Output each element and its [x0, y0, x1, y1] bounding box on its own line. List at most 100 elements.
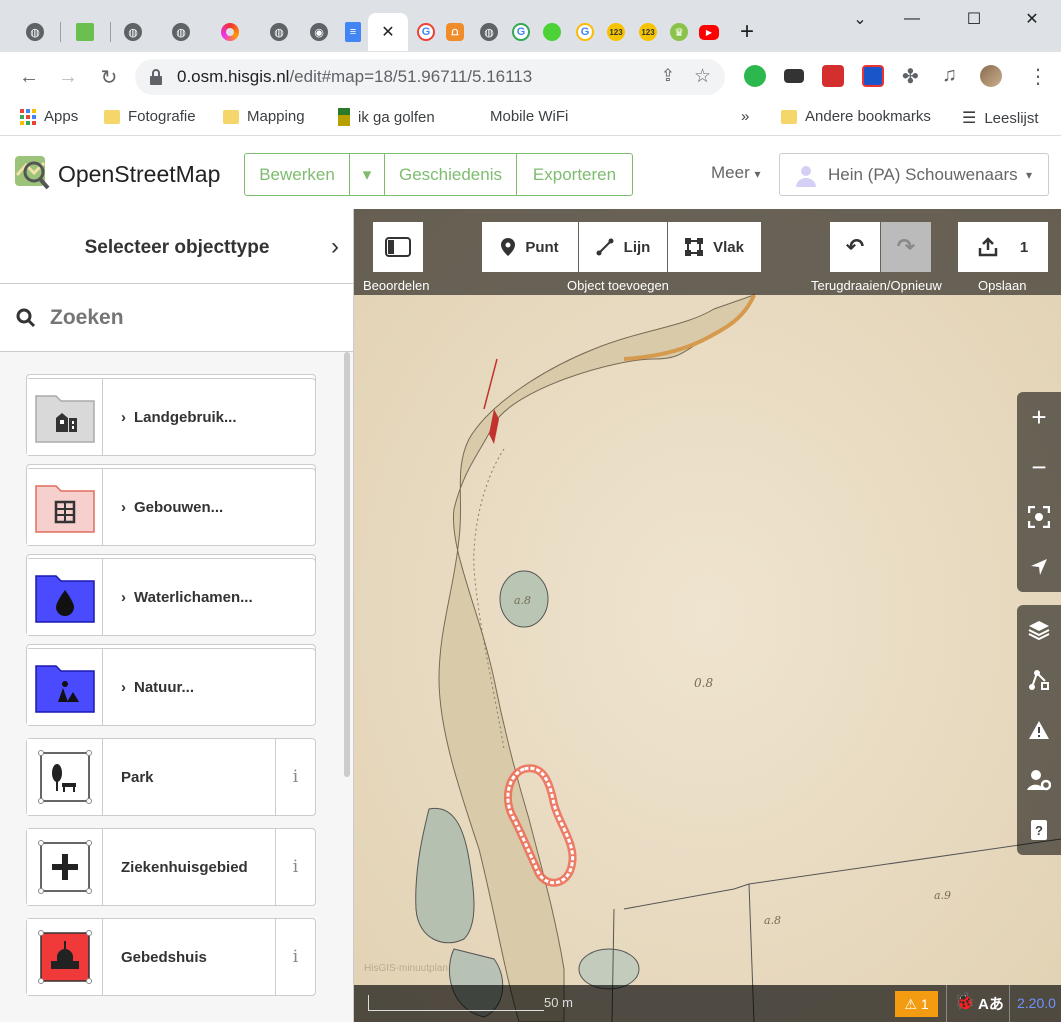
- history-button[interactable]: Geschiedenis: [385, 154, 517, 195]
- close-window-button[interactable]: ✕: [1010, 6, 1054, 32]
- reload-button[interactable]: ↻: [96, 64, 122, 90]
- extensions-puzzle-icon[interactable]: ✤: [902, 64, 919, 89]
- omnibox[interactable]: 0.osm.hisgis.nl/edit#map=18/51.96711/5.1…: [135, 59, 725, 95]
- preset-park[interactable]: Park i: [26, 738, 316, 816]
- bookmark-mapping[interactable]: Mapping: [223, 108, 305, 125]
- bookmark-star-icon[interactable]: ☆: [694, 65, 711, 88]
- export-button[interactable]: Exporteren: [517, 154, 632, 195]
- add-area-button[interactable]: Vlak: [668, 222, 761, 272]
- share-icon[interactable]: ⇪: [661, 66, 675, 86]
- add-line-button[interactable]: Lijn: [579, 222, 667, 272]
- extension-badge-icon[interactable]: [862, 65, 884, 87]
- maximize-button[interactable]: ☐: [952, 6, 996, 32]
- preset-info-button[interactable]: i: [275, 829, 315, 905]
- preset-category-landuse[interactable]: › Landgebruik...: [26, 378, 316, 456]
- tab-globe-4[interactable]: ◍: [258, 13, 300, 51]
- search-icon: [16, 308, 36, 328]
- chevron-right-icon: ›: [121, 408, 126, 426]
- preset-info-button[interactable]: i: [275, 919, 315, 995]
- osm-logo-icon[interactable]: [14, 155, 50, 191]
- bookmark-other[interactable]: Andere bookmarks: [781, 108, 931, 125]
- tab-ring[interactable]: [209, 13, 251, 51]
- map-data-button[interactable]: [1017, 655, 1061, 705]
- preferences-button[interactable]: [1017, 755, 1061, 805]
- preset-search-input[interactable]: [50, 302, 330, 334]
- preset-info-button[interactable]: i: [275, 739, 315, 815]
- main-nav-group: Bewerken ▾ Geschiedenis Exporteren: [244, 153, 633, 196]
- close-tab-icon[interactable]: ✕: [381, 22, 394, 42]
- edit-dropdown-button[interactable]: ▾: [350, 154, 385, 195]
- issues-button[interactable]: [1017, 705, 1061, 755]
- preset-place-of-worship[interactable]: Gebedshuis i: [26, 918, 316, 996]
- warning-icon: ⚠: [904, 995, 917, 1012]
- edit-button[interactable]: Bewerken: [245, 154, 350, 195]
- mail-icon[interactable]: [784, 69, 804, 83]
- version-link[interactable]: 2.20.0: [1017, 995, 1056, 1011]
- preset-category-nature[interactable]: › Natuur...: [26, 648, 316, 726]
- forward-button[interactable]: →: [55, 64, 81, 90]
- location-arrow-icon: [1031, 559, 1047, 575]
- tab-green[interactable]: [64, 13, 106, 51]
- map-canvas[interactable]: 0.8 a.8 a.8 a.9 HisGIS-minuutplan Beoord…: [354, 209, 1061, 1022]
- crown-icon: ♛: [670, 23, 688, 41]
- globe-icon: ◍: [480, 23, 498, 41]
- back-button[interactable]: ←: [16, 64, 42, 90]
- nature-folder-icon: [34, 665, 95, 713]
- bookmark-apps[interactable]: Apps: [20, 108, 78, 125]
- pin-icon: [501, 238, 516, 256]
- bookmark-fotografie[interactable]: Fotografie: [104, 108, 196, 125]
- zoom-in-button[interactable]: +: [1017, 392, 1061, 442]
- geolocate-button[interactable]: [1017, 542, 1061, 592]
- svg-text:a.8: a.8: [514, 594, 531, 607]
- user-menu-button[interactable]: Hein (PA) Schouwenaars ▾: [779, 153, 1049, 196]
- background-layers-button[interactable]: [1017, 605, 1061, 655]
- user-avatar-icon: [796, 165, 816, 187]
- tab-active[interactable]: ✕: [368, 13, 408, 51]
- chevron-right-icon[interactable]: ›: [331, 233, 339, 261]
- zoom-to-selection-icon: [1028, 506, 1050, 528]
- svg-text:?: ?: [1035, 823, 1043, 838]
- green-dot-icon: [543, 23, 561, 41]
- bookmark-mobile-wifi[interactable]: Mobile WiFi: [490, 108, 568, 125]
- browser-menu-icon[interactable]: ⋮: [1028, 64, 1048, 89]
- zoom-to-selection-button[interactable]: [1017, 492, 1061, 542]
- preset-category-buildings[interactable]: › Gebouwen...: [26, 468, 316, 546]
- undo-button[interactable]: ↶: [830, 222, 880, 272]
- sidebar-header: Selecteer objecttype ›: [0, 209, 353, 284]
- preset-category-water[interactable]: › Waterlichamen...: [26, 558, 316, 636]
- pdf-icon[interactable]: [822, 65, 844, 87]
- help-button[interactable]: ?: [1017, 805, 1061, 855]
- bug-report-icon[interactable]: 🐞: [954, 992, 975, 1012]
- tab-globe-3[interactable]: ◍: [160, 13, 202, 51]
- more-menu[interactable]: Meer ▾: [711, 163, 761, 183]
- media-control-icon[interactable]: ♫: [942, 64, 957, 87]
- tab-globe-2[interactable]: ◍: [112, 13, 154, 51]
- redo-button[interactable]: ↷: [881, 222, 931, 272]
- zoom-out-button[interactable]: −: [1017, 442, 1061, 492]
- save-button[interactable]: 1: [958, 222, 1048, 272]
- add-point-button[interactable]: Punt: [482, 222, 578, 272]
- evernote-icon[interactable]: [744, 65, 766, 87]
- green-square-icon: [76, 23, 94, 41]
- review-toggle-button[interactable]: [373, 222, 423, 272]
- minimize-button[interactable]: —: [890, 6, 934, 32]
- sidebar-scrollbar[interactable]: [344, 352, 350, 777]
- tab-youtube[interactable]: ▶: [688, 13, 730, 51]
- golf-icon: [338, 108, 350, 126]
- profile-avatar[interactable]: [980, 65, 1002, 87]
- bookmarks-overflow[interactable]: »: [741, 108, 749, 125]
- lock-icon: [150, 69, 162, 85]
- google-icon: G: [417, 23, 435, 41]
- globe-icon: ◍: [124, 23, 142, 41]
- minus-icon: −: [1031, 451, 1047, 482]
- tab-search-icon[interactable]: ⌄: [838, 6, 882, 32]
- issues-badge[interactable]: ⚠ 1: [895, 991, 938, 1017]
- bookmark-golf[interactable]: ik ga golfen: [338, 108, 435, 126]
- new-tab-button[interactable]: +: [740, 20, 754, 44]
- osm-title[interactable]: OpenStreetMap: [58, 161, 220, 188]
- preset-hospital-grounds[interactable]: Ziekenhuisgebied i: [26, 828, 316, 906]
- bookmark-reading-list[interactable]: ☰ Leeslijst: [962, 108, 1039, 128]
- tab-globe[interactable]: ◍: [14, 13, 56, 51]
- user-settings-icon: [1027, 770, 1051, 791]
- language-icon[interactable]: Aあ: [978, 993, 1004, 1014]
